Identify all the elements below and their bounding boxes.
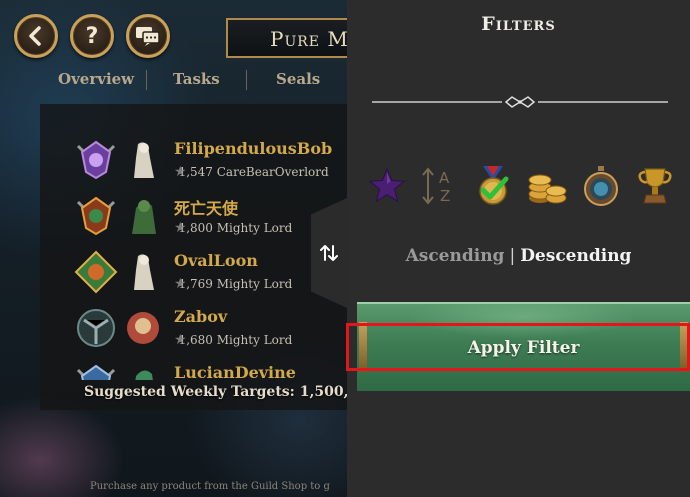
player-rank-title: Mighty Lord — [216, 277, 293, 291]
tab-divider — [246, 70, 247, 90]
apply-filter-label: Apply Filter — [467, 337, 580, 358]
trophy-icon — [638, 168, 672, 204]
player-avatar-icon — [135, 370, 153, 380]
star-icon — [368, 167, 406, 203]
player-score: ★1,547 CareBearOverlord — [174, 164, 329, 180]
guild-crest-icon — [76, 364, 116, 380]
swap-arrows-icon — [320, 245, 338, 261]
svg-text:A: A — [439, 169, 450, 187]
tab-divider — [146, 70, 147, 90]
stopwatch-icon — [584, 166, 618, 206]
guild-title: Pure M — [270, 27, 347, 51]
player-rank-title: Mighty Lord — [216, 221, 293, 235]
star-icon: ★ — [174, 164, 187, 180]
sort-toggle-tab[interactable] — [311, 198, 347, 308]
player-avatar-icon — [134, 254, 154, 290]
apply-filter-button[interactable]: Apply Filter — [357, 302, 690, 391]
player-name: Zabov — [174, 307, 228, 326]
suggested-weekly-targets: Suggested Weekly Targets: 1,500,000 — [84, 384, 347, 400]
tab-overview[interactable]: Overview — [58, 70, 134, 88]
gold-coins-icon — [528, 174, 567, 204]
star-icon: ★ — [174, 220, 187, 236]
background-game-screen: ? Pure M Overview Tasks Seals Filipendul… — [0, 0, 347, 497]
svg-text:Z: Z — [440, 187, 450, 205]
filters-title: Filters — [481, 13, 556, 35]
guild-crest-icon — [77, 309, 115, 347]
descending-option[interactable]: Descending — [520, 246, 631, 266]
leaderboard-row[interactable]: 死亡天使 ★1,800 Mighty Lord — [70, 192, 347, 244]
leaderboard-row[interactable]: Zabov ★1,680 Mighty Lord — [70, 304, 347, 356]
sort-by-stars-button[interactable] — [365, 163, 409, 209]
player-score: ★1,800 Mighty Lord — [174, 220, 293, 236]
chat-button[interactable] — [126, 14, 170, 58]
player-name: LucianDevine — [174, 363, 296, 380]
player-rank-title: CareBearOverlord — [216, 165, 329, 179]
leaderboard-row[interactable]: OvalLoon ★1,769 Mighty Lord — [70, 248, 347, 300]
back-button[interactable] — [14, 14, 58, 58]
tab-seals[interactable]: Seals — [276, 70, 320, 88]
sort-by-gold-button[interactable] — [525, 163, 569, 209]
player-score: ★1,680 Mighty Lord — [174, 332, 293, 348]
guild-tabs: Overview Tasks Seals — [40, 66, 347, 94]
back-arrow-icon — [29, 26, 41, 46]
player-name: OvalLoon — [174, 251, 258, 270]
chat-icon — [136, 27, 160, 46]
player-name: 死亡天使 — [174, 199, 239, 218]
guild-crest-icon — [74, 250, 118, 294]
player-rank-title: Mighty Lord — [216, 333, 293, 347]
player-avatar-icon — [132, 200, 156, 234]
leaderboard-row[interactable]: FilipendulousBob ★1,547 CareBearOverlord — [70, 136, 347, 188]
guild-shop-note: Purchase any product from the Guild Shop… — [90, 481, 330, 492]
help-icon: ? — [85, 23, 99, 49]
guild-crest-icon — [76, 196, 116, 236]
button-left-ornament — [359, 322, 367, 372]
player-score: ★1,769 Mighty Lord — [174, 276, 293, 292]
leaderboard-row[interactable]: LucianDevine — [70, 360, 347, 380]
sort-alphabetical-button[interactable]: A Z — [417, 163, 461, 209]
sort-by-tasks-button[interactable] — [471, 163, 515, 209]
order-separator: | — [509, 246, 516, 266]
guild-title-plate: Pure M — [226, 18, 347, 58]
sort-by-trophy-button[interactable] — [633, 163, 677, 209]
player-avatar-icon — [134, 142, 154, 178]
player-avatar-icon — [127, 312, 159, 344]
checkmark-medal-icon — [479, 166, 509, 205]
sort-by-time-button[interactable] — [579, 163, 623, 209]
button-right-ornament — [680, 322, 688, 372]
tab-tasks[interactable]: Tasks — [173, 70, 220, 88]
help-button[interactable]: ? — [70, 14, 114, 58]
player-name: FilipendulousBob — [174, 139, 333, 158]
sort-order-selector: Ascending | Descending — [347, 246, 690, 266]
alphabetical-sort-icon: A Z — [422, 167, 450, 205]
ascending-option[interactable]: Ascending — [406, 246, 505, 266]
sort-options: A Z — [365, 163, 675, 211]
ornamental-divider — [372, 96, 668, 108]
filters-panel: Filters A Z Ascending | Descending Apply… — [347, 0, 690, 497]
star-icon: ★ — [174, 276, 187, 292]
star-icon: ★ — [174, 332, 187, 348]
guild-crest-icon — [76, 140, 116, 180]
